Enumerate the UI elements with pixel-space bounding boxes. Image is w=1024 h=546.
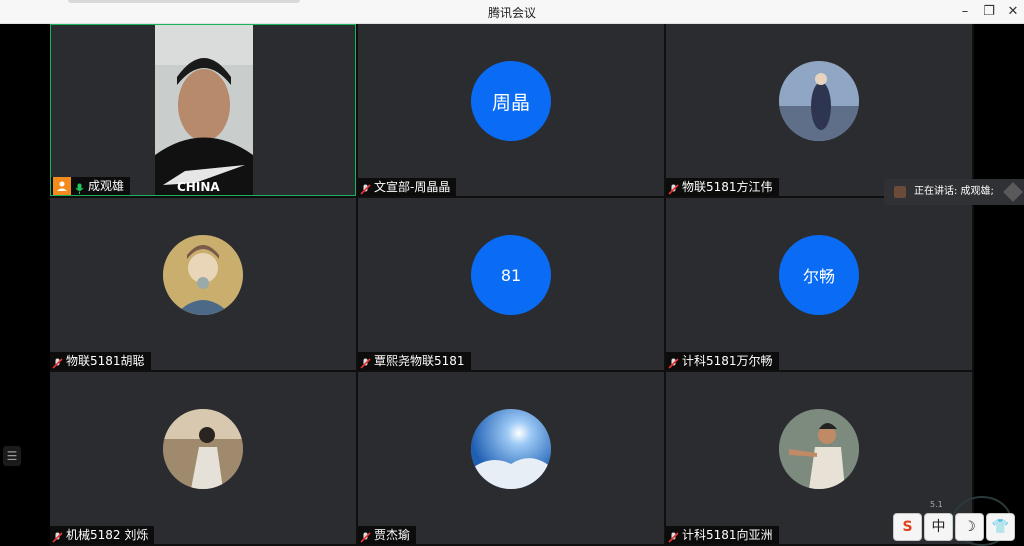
participant-name: 计科5181万尔畅 bbox=[682, 354, 773, 368]
participant-tile[interactable]: 周晶 文宣部-周晶晶 bbox=[358, 24, 664, 196]
participant-name-plate: 物联5181方江伟 bbox=[666, 178, 779, 196]
mic-muted-icon bbox=[52, 530, 63, 543]
participant-tile[interactable]: 物联5181胡聪 bbox=[50, 198, 356, 370]
participant-name: 计科5181向亚洲 bbox=[682, 528, 773, 542]
participant-tile[interactable]: 尔畅 计科5181万尔畅 bbox=[666, 198, 972, 370]
participant-name: 贾杰瑜 bbox=[374, 528, 411, 542]
participant-name-plate: 机械5182 刘烁 bbox=[50, 526, 155, 544]
sogou-logo-icon[interactable]: S bbox=[893, 513, 922, 541]
participant-name: 物联5181方江伟 bbox=[682, 180, 773, 194]
mic-muted-icon bbox=[668, 182, 679, 195]
speaking-indicator[interactable]: 正在讲话: 成观雄; bbox=[884, 179, 1024, 205]
restore-button[interactable]: ❐ bbox=[978, 2, 1000, 22]
participant-avatar: 周晶 bbox=[471, 61, 551, 141]
member-list-toggle-icon[interactable]: ☰ bbox=[3, 446, 21, 466]
participant-name: 文宣部-周晶晶 bbox=[374, 180, 451, 194]
participant-name-plate: 文宣部-周晶晶 bbox=[358, 178, 457, 196]
participant-name: 物联5181胡聪 bbox=[66, 354, 145, 368]
participant-video: CHINA bbox=[155, 25, 253, 195]
participant-name-plate: 覃熙尧物联5181 bbox=[358, 352, 471, 370]
participant-name-plate: 成观雄 bbox=[51, 177, 131, 195]
participant-name-plate: 贾杰瑜 bbox=[358, 526, 417, 544]
participant-name-plate: 计科5181万尔畅 bbox=[666, 352, 779, 370]
speaking-label: 正在讲话: 成观雄; bbox=[914, 186, 994, 197]
ime-toolbar: S 中 ☽ 👕 bbox=[893, 513, 1015, 543]
minimize-button[interactable]: – bbox=[954, 2, 976, 22]
participant-avatar-photo bbox=[163, 235, 243, 315]
ime-chinese-mode-button[interactable]: 中 bbox=[924, 513, 953, 541]
participant-name: 成观雄 bbox=[88, 179, 125, 193]
participant-name: 覃熙尧物联5181 bbox=[374, 354, 465, 368]
mic-muted-icon bbox=[52, 356, 63, 369]
window-title: 腾讯会议 bbox=[487, 6, 536, 20]
mic-muted-icon bbox=[668, 356, 679, 369]
title-bar: 腾讯会议 – ❐ ✕ bbox=[0, 0, 1024, 24]
participant-avatar-photo bbox=[779, 61, 859, 141]
speaker-avatar-icon bbox=[894, 186, 906, 198]
participant-name: 机械5182 刘烁 bbox=[66, 528, 149, 542]
participant-name-plate: 计科5181向亚洲 bbox=[666, 526, 779, 544]
participant-avatar-photo bbox=[471, 409, 551, 489]
participant-avatar: 尔畅 bbox=[779, 235, 859, 315]
participant-avatar: 81 bbox=[471, 235, 551, 315]
right-margin bbox=[974, 24, 1024, 546]
network-rate: 5.1 bbox=[930, 500, 943, 509]
participant-tile[interactable]: 机械5182 刘烁 bbox=[50, 372, 356, 544]
svg-text:CHINA: CHINA bbox=[177, 180, 220, 194]
participant-avatar-photo bbox=[779, 409, 859, 489]
participant-avatar-photo bbox=[163, 409, 243, 489]
mic-muted-icon bbox=[360, 356, 371, 369]
mic-muted-icon bbox=[360, 182, 371, 195]
mic-muted-icon bbox=[668, 530, 679, 543]
moon-icon[interactable]: ☽ bbox=[955, 513, 984, 541]
participant-tile[interactable]: 物联5181方江伟 bbox=[666, 24, 972, 196]
mic-muted-icon bbox=[360, 530, 371, 543]
collapse-icon[interactable] bbox=[1003, 182, 1023, 202]
close-button[interactable]: ✕ bbox=[1002, 2, 1024, 22]
video-grid: CHINA 成观雄 周晶 文宣部-周晶晶 物联5181方江伟 物联5181胡聪 … bbox=[50, 24, 974, 546]
host-icon bbox=[53, 177, 71, 195]
skin-icon[interactable]: 👕 bbox=[986, 513, 1015, 541]
tab-strip bbox=[68, 0, 300, 3]
participant-tile[interactable]: 贾杰瑜 bbox=[358, 372, 664, 544]
mic-on-icon bbox=[74, 181, 85, 194]
participant-name-plate: 物联5181胡聪 bbox=[50, 352, 151, 370]
participant-tile[interactable]: CHINA 成观雄 bbox=[50, 24, 356, 196]
participant-tile[interactable]: 81 覃熙尧物联5181 bbox=[358, 198, 664, 370]
left-margin: ☰ bbox=[0, 24, 50, 546]
